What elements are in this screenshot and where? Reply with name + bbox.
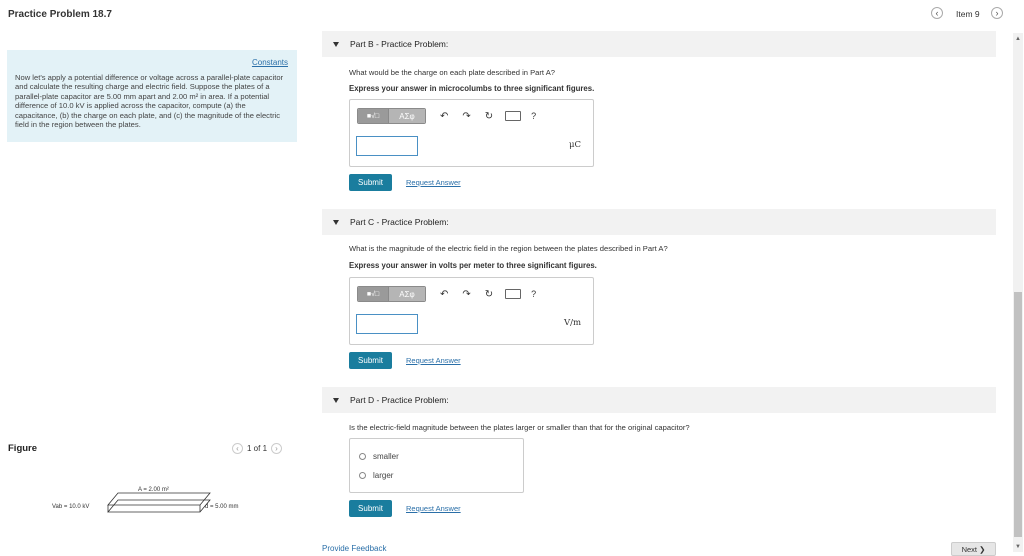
figure-prev-button[interactable]: ‹	[232, 443, 243, 454]
part-b-header[interactable]: Part B - Practice Problem:	[322, 31, 996, 57]
prev-item-button[interactable]: ‹	[931, 7, 943, 19]
part-c-question: What is the magnitude of the electric fi…	[349, 244, 668, 253]
part-c-instruction: Express your answer in volts per meter t…	[349, 261, 597, 270]
part-b-request-answer-link[interactable]: Request Answer	[406, 178, 461, 187]
greek-symbols-button[interactable]: ΑΣφ	[388, 109, 425, 123]
part-b-question: What would be the charge on each plate d…	[349, 68, 556, 77]
redo-icon[interactable]: ↷	[462, 289, 470, 300]
chevron-right-icon: ›	[995, 8, 999, 18]
problem-statement: Constants Now let's apply a potential di…	[7, 50, 297, 142]
collapse-triangle-icon	[333, 397, 339, 403]
figure-page-count: 1 of 1	[247, 444, 268, 453]
scrollbar-thumb[interactable]	[1014, 292, 1022, 537]
collapse-triangle-icon	[333, 41, 339, 47]
part-c-request-answer-link[interactable]: Request Answer	[406, 356, 461, 365]
bottom-plate	[107, 499, 211, 513]
math-toolbar: ■√□ ΑΣφ ↶ ↷ ↻ ?	[357, 108, 536, 124]
scroll-up-arrow-icon[interactable]: ▲	[1013, 35, 1023, 43]
part-d-options-box: smaller larger	[349, 438, 524, 493]
part-b-answer-input[interactable]	[356, 136, 418, 156]
templates-button[interactable]: ■√□	[358, 109, 388, 123]
option-label: smaller	[373, 452, 399, 461]
help-icon[interactable]: ?	[531, 111, 536, 121]
voltage-label: Vab = 10.0 kV	[52, 504, 89, 510]
keyboard-icon[interactable]	[505, 111, 522, 121]
part-b-title: Part B - Practice Problem:	[350, 39, 449, 49]
redo-icon[interactable]: ↷	[462, 111, 470, 122]
capacitor-figure: A = 2.00 m² Vab = 10.0 kV d = 5.00 mm	[52, 487, 239, 513]
option-label: larger	[373, 471, 394, 480]
part-d-title: Part D - Practice Problem:	[350, 395, 449, 405]
reset-icon[interactable]: ↻	[485, 289, 493, 300]
reset-icon[interactable]: ↻	[485, 111, 493, 122]
undo-icon[interactable]: ↶	[440, 111, 448, 122]
toolbar-button-group: ■√□ ΑΣφ	[357, 286, 426, 302]
part-d-question: Is the electric-field magnitude between …	[349, 423, 690, 432]
option-smaller[interactable]: smaller	[359, 452, 399, 461]
part-b-unit: μC	[568, 140, 581, 150]
figure-label: Figure	[8, 443, 38, 454]
figure-pager: ‹ 1 of 1 ›	[232, 443, 283, 454]
chevron-left-icon: ‹	[935, 8, 939, 18]
page-title: Practice Problem 18.7	[8, 9, 112, 20]
option-larger[interactable]: larger	[359, 471, 393, 480]
part-b-answer-box: ■√□ ΑΣφ ↶ ↷ ↻ ? μC	[349, 99, 594, 167]
greek-symbols-button[interactable]: ΑΣφ	[388, 287, 425, 301]
top-plate	[107, 492, 211, 506]
item-label: Item 9	[956, 9, 980, 19]
part-d-header[interactable]: Part D - Practice Problem:	[322, 387, 996, 413]
part-c-unit: V/m	[563, 318, 581, 328]
part-c-header[interactable]: Part C - Practice Problem:	[322, 209, 996, 235]
toolbar-button-group: ■√□ ΑΣφ	[357, 108, 426, 124]
scroll-down-arrow-icon[interactable]: ▼	[1013, 543, 1023, 551]
distance-label: d = 5.00 mm	[205, 504, 239, 510]
undo-icon[interactable]: ↶	[440, 289, 448, 300]
area-label: A = 2.00 m²	[138, 487, 169, 493]
part-c-answer-box: ■√□ ΑΣφ ↶ ↷ ↻ ? V/m	[349, 277, 594, 345]
radio-button[interactable]	[359, 453, 366, 460]
part-d-request-answer-link[interactable]: Request Answer	[406, 504, 461, 513]
math-toolbar: ■√□ ΑΣφ ↶ ↷ ↻ ?	[357, 286, 536, 302]
part-c-title: Part C - Practice Problem:	[350, 217, 449, 227]
part-c-answer-input[interactable]	[356, 314, 418, 334]
next-button[interactable]: Next ❯	[951, 542, 996, 556]
problem-text: Now let's apply a potential difference o…	[15, 73, 284, 130]
figure-next-button[interactable]: ›	[271, 443, 283, 454]
radio-button[interactable]	[359, 472, 366, 479]
help-icon[interactable]: ?	[531, 289, 536, 299]
next-item-button[interactable]: ›	[991, 7, 1003, 19]
constants-link[interactable]: Constants	[252, 58, 288, 67]
keyboard-icon[interactable]	[505, 289, 522, 299]
templates-button[interactable]: ■√□	[358, 287, 388, 301]
collapse-triangle-icon	[333, 219, 339, 225]
part-b-submit-button[interactable]: Submit	[349, 174, 392, 191]
part-b-instruction: Express your answer in microcolumbs to t…	[349, 84, 595, 93]
part-d-submit-button[interactable]: Submit	[349, 500, 392, 517]
part-c-submit-button[interactable]: Submit	[349, 352, 392, 369]
